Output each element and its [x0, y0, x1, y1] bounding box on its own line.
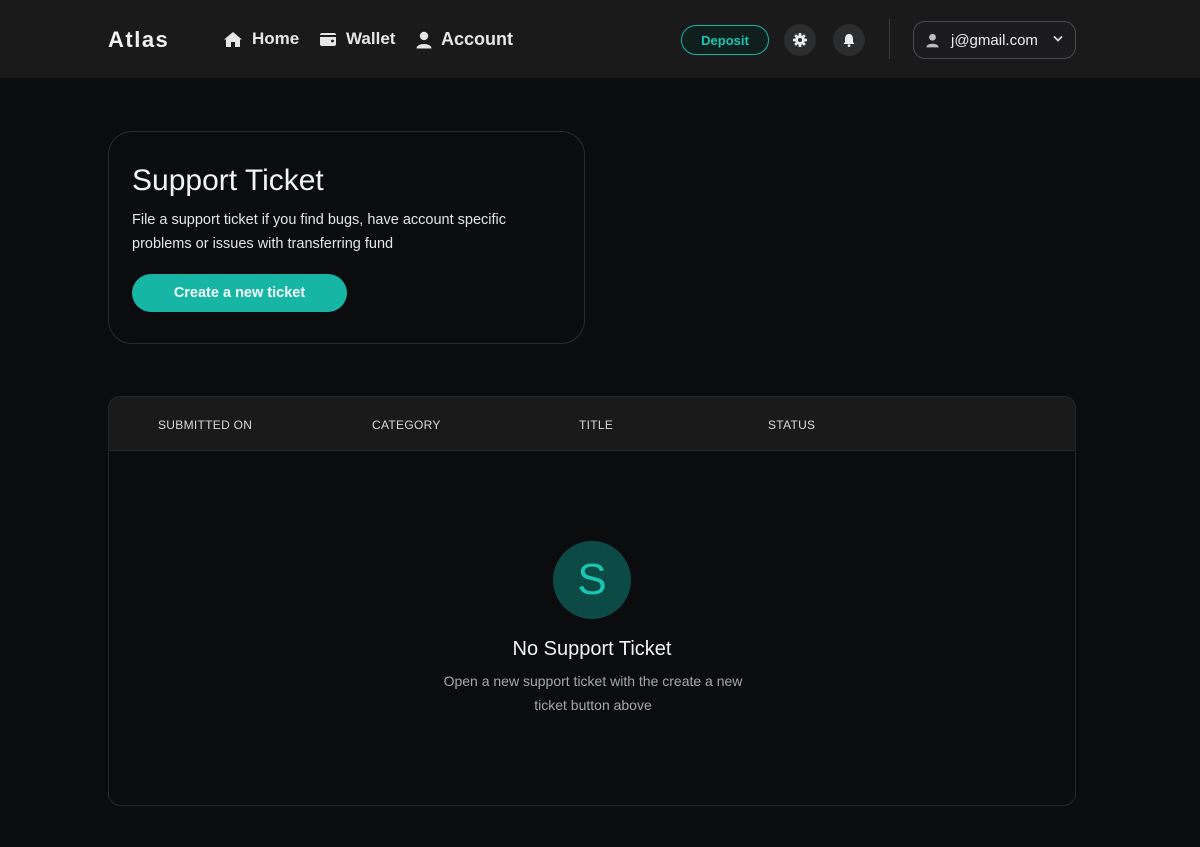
empty-state-title: No Support Ticket — [512, 638, 672, 660]
empty-state-description: Open a new support ticket with the creat… — [443, 673, 743, 713]
bell-icon — [843, 34, 855, 47]
deposit-button[interactable]: Deposit — [681, 25, 769, 55]
settings-button[interactable] — [784, 24, 816, 56]
support-description: File a support ticket if you find bugs, … — [132, 212, 506, 252]
table-header: SUBMITTED ON CATEGORY TITLE STATUS — [109, 397, 1075, 451]
nav-wallet-label: Wallet — [346, 29, 396, 48]
notifications-button[interactable] — [833, 24, 865, 56]
column-header-title: TITLE — [579, 418, 614, 432]
empty-state-avatar: S — [553, 541, 631, 619]
nav-account-label: Account — [441, 29, 513, 49]
user-icon — [926, 33, 939, 47]
chevron-down-icon — [1053, 36, 1063, 42]
tickets-table: SUBMITTED ON CATEGORY TITLE STATUS S No … — [108, 396, 1076, 806]
support-ticket-card: Support Ticket File a support ticket if … — [108, 131, 585, 344]
user-menu-dropdown[interactable]: j@gmail.com — [913, 21, 1076, 59]
top-navigation-bar: Atlas Home Wallet Account Deposit j@gmai… — [0, 0, 1200, 78]
nav-home[interactable]: Home — [223, 29, 299, 49]
wallet-icon — [320, 33, 336, 46]
brand-logo[interactable]: Atlas — [108, 27, 169, 53]
nav-account[interactable]: Account — [416, 29, 513, 50]
column-header-status: STATUS — [768, 418, 816, 432]
user-email: j@gmail.com — [951, 31, 1038, 49]
user-icon — [416, 31, 432, 48]
header-divider — [889, 19, 890, 59]
column-header-submitted-on: SUBMITTED ON — [158, 418, 253, 432]
gear-icon — [793, 33, 807, 47]
create-ticket-button[interactable]: Create a new ticket — [132, 274, 347, 312]
nav-home-label: Home — [252, 29, 300, 48]
column-header-category: CATEGORY — [372, 418, 441, 432]
nav-wallet[interactable]: Wallet — [319, 29, 395, 49]
home-icon — [224, 31, 242, 47]
page-title: Support Ticket — [132, 164, 324, 197]
